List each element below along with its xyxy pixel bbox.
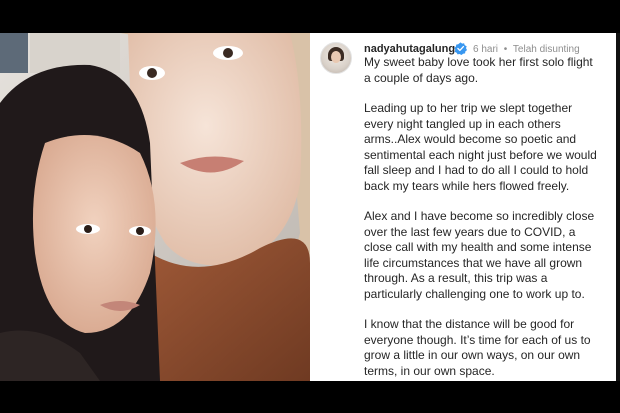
profile-avatar[interactable] (320, 42, 352, 74)
verified-badge-icon (454, 42, 467, 55)
post-caption: My sweet baby love took her first solo f… (364, 55, 600, 381)
meta-separator: • (503, 44, 508, 55)
post-meta: 6 hari • Telah disunting (473, 44, 583, 55)
post-photo (0, 33, 310, 381)
caption-paragraph: My sweet baby love took her first solo f… (364, 55, 593, 85)
caption-paragraph: Alex and I have become so incredibly clo… (364, 209, 595, 301)
caption-paragraph: I know that the distance will be good fo… (364, 317, 591, 378)
username-link[interactable]: nadyahutagalung (364, 43, 455, 55)
edited-label: Telah disunting (512, 44, 580, 55)
caption-paragraph: Leading up to her trip we slept together… (364, 101, 597, 193)
scrollbar[interactable] (616, 33, 620, 381)
post-caption-panel: nadyahutagalung 6 hari • Telah disunting… (310, 33, 616, 381)
screenshot-frame: nadyahutagalung 6 hari • Telah disunting… (0, 0, 620, 413)
post-time[interactable]: 6 hari (473, 44, 498, 55)
